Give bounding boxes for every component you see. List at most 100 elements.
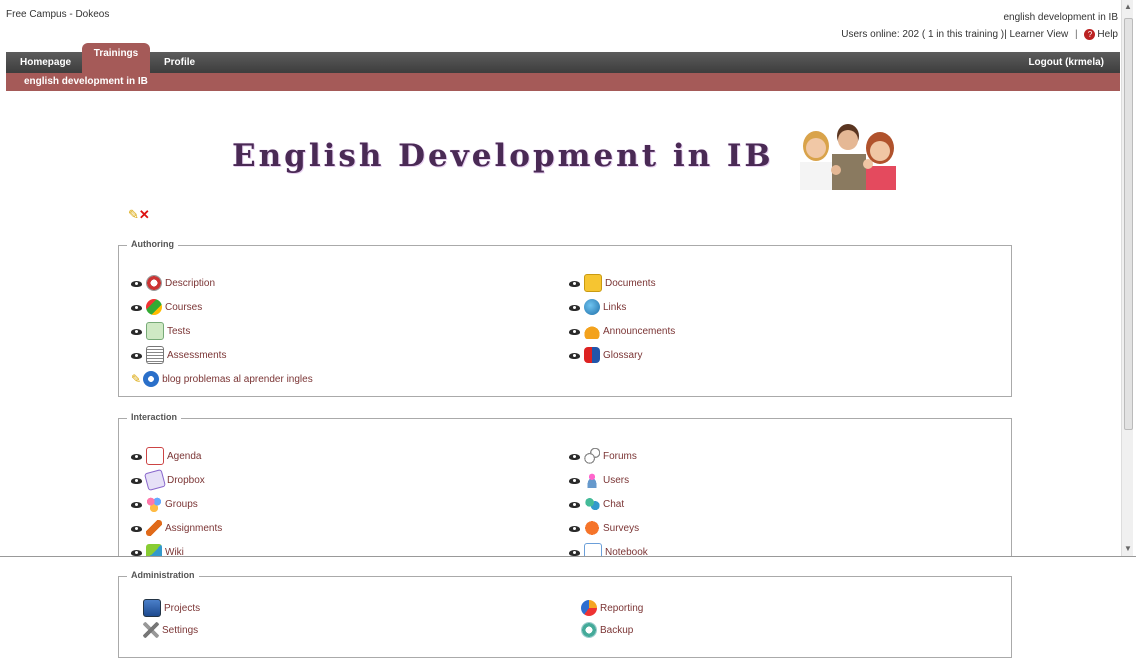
description-link[interactable]: Description: [165, 278, 215, 289]
users-online: Users online: 202: [841, 29, 920, 40]
tool-description[interactable]: Description: [131, 274, 215, 292]
assessments-link[interactable]: Assessments: [167, 350, 226, 361]
tool-settings[interactable]: Settings: [143, 621, 198, 639]
surveys-icon: [584, 520, 600, 536]
tool-tests[interactable]: Tests: [131, 322, 190, 340]
folder-icon: [584, 274, 602, 292]
chat-link[interactable]: Chat: [603, 499, 624, 510]
nav-homepage[interactable]: Homepage: [20, 52, 71, 73]
administration-legend: Administration: [127, 570, 199, 580]
backup-icon: [581, 622, 597, 638]
globe-icon: [584, 299, 600, 315]
course-banner: English Development in IB: [226, 118, 904, 190]
nav-profile[interactable]: Profile: [164, 52, 195, 73]
dropbox-link[interactable]: Dropbox: [167, 475, 205, 486]
agenda-icon: [146, 447, 164, 465]
backup-link[interactable]: Backup: [600, 625, 633, 636]
tool-agenda[interactable]: Agenda: [131, 447, 201, 465]
tool-assessments[interactable]: Assessments: [131, 346, 226, 364]
interaction-legend: Interaction: [127, 412, 182, 422]
learner-view-link[interactable]: Learner View: [1010, 29, 1069, 40]
glossary-link[interactable]: Glossary: [603, 350, 642, 361]
tool-announcements[interactable]: Announcements: [569, 322, 675, 340]
announcements-link[interactable]: Announcements: [603, 326, 675, 337]
tool-users[interactable]: Users: [569, 471, 629, 489]
tool-glossary[interactable]: Glossary: [569, 346, 642, 364]
tool-links[interactable]: Links: [569, 298, 626, 316]
reporting-pie-icon: [581, 600, 597, 616]
description-icon: [146, 275, 162, 291]
visibility-eye-icon[interactable]: [131, 328, 142, 335]
main-navbar: Homepage Profile Logout (krmela): [6, 52, 1120, 73]
tool-documents[interactable]: Documents: [569, 274, 656, 292]
settings-link[interactable]: Settings: [162, 625, 198, 636]
visibility-eye-icon[interactable]: [131, 304, 142, 311]
site-title: Free Campus - Dokeos: [6, 9, 110, 20]
edit-pencil-icon[interactable]: ✎: [131, 372, 141, 386]
tool-dropbox[interactable]: Dropbox: [131, 468, 205, 492]
tests-link[interactable]: Tests: [167, 326, 190, 337]
tool-forums[interactable]: Forums: [569, 447, 637, 465]
in-training: ( 1 in this training )|: [921, 29, 1007, 40]
assignments-icon: [146, 520, 162, 536]
tool-courses[interactable]: Courses: [131, 298, 202, 316]
vertical-scrollbar[interactable]: ▲ ▼: [1121, 0, 1133, 556]
assignments-link[interactable]: Assignments: [165, 523, 222, 534]
scroll-down-icon[interactable]: ▼: [1124, 544, 1132, 553]
blog-icon: [143, 371, 160, 387]
tools-icon: [143, 622, 159, 638]
visibility-eye-icon[interactable]: [569, 525, 580, 532]
scroll-thumb[interactable]: [1124, 18, 1133, 430]
tool-blog[interactable]: ✎ blog problemas al aprender ingles: [131, 370, 313, 388]
banner-title: English Development in IB: [232, 138, 774, 174]
visibility-eye-icon[interactable]: [131, 280, 142, 287]
surveys-link[interactable]: Surveys: [603, 523, 639, 534]
tool-groups[interactable]: Groups: [131, 495, 198, 513]
projects-link[interactable]: Projects: [164, 603, 200, 614]
help-link[interactable]: Help: [1097, 29, 1118, 40]
reporting-link[interactable]: Reporting: [600, 603, 643, 614]
visibility-eye-icon[interactable]: [131, 453, 142, 460]
authoring-section: Authoring Description Courses Tests Asse…: [118, 239, 1012, 397]
nav-trainings[interactable]: Trainings: [82, 43, 150, 73]
blog-link[interactable]: blog problemas al aprender ingles: [162, 374, 313, 385]
chat-icon: [584, 496, 600, 512]
groups-link[interactable]: Groups: [165, 499, 198, 510]
documents-link[interactable]: Documents: [605, 278, 656, 289]
tool-assignments[interactable]: Assignments: [131, 519, 222, 537]
courses-link[interactable]: Courses: [165, 302, 202, 313]
visibility-eye-icon[interactable]: [131, 549, 142, 556]
visibility-eye-icon[interactable]: [131, 525, 142, 532]
visibility-eye-icon[interactable]: [131, 352, 142, 359]
edit-pencil-icon[interactable]: ✎: [128, 207, 139, 222]
visibility-eye-icon[interactable]: [569, 453, 580, 460]
tool-reporting[interactable]: Reporting: [581, 599, 643, 617]
tool-projects[interactable]: Projects: [143, 599, 200, 617]
delete-x-icon[interactable]: ✕: [139, 207, 150, 222]
visibility-eye-icon[interactable]: [131, 501, 142, 508]
visibility-eye-icon[interactable]: [131, 477, 142, 484]
tool-surveys[interactable]: Surveys: [569, 519, 639, 537]
scroll-up-icon[interactable]: ▲: [1124, 2, 1132, 11]
logout-link[interactable]: Logout (krmela): [1028, 52, 1104, 73]
visibility-eye-icon[interactable]: [569, 280, 580, 287]
tool-backup[interactable]: Backup: [581, 621, 633, 639]
bell-icon: [584, 323, 600, 339]
agenda-link[interactable]: Agenda: [167, 451, 201, 462]
visibility-eye-icon[interactable]: [569, 304, 580, 311]
users-icon: [584, 472, 600, 488]
visibility-eye-icon[interactable]: [569, 477, 580, 484]
links-link[interactable]: Links: [603, 302, 626, 313]
tool-chat[interactable]: Chat: [569, 495, 624, 513]
visibility-eye-icon[interactable]: [569, 549, 580, 556]
breadcrumb[interactable]: english development in IB: [24, 76, 148, 87]
users-link[interactable]: Users: [603, 475, 629, 486]
visibility-eye-icon[interactable]: [569, 352, 580, 359]
projects-icon: [143, 599, 161, 617]
visibility-eye-icon[interactable]: [569, 328, 580, 335]
help-icon[interactable]: ?: [1084, 28, 1096, 40]
edit-tools: ✎✕: [128, 207, 150, 223]
forums-link[interactable]: Forums: [603, 451, 637, 462]
visibility-eye-icon[interactable]: [569, 501, 580, 508]
students-photo: [792, 118, 904, 190]
